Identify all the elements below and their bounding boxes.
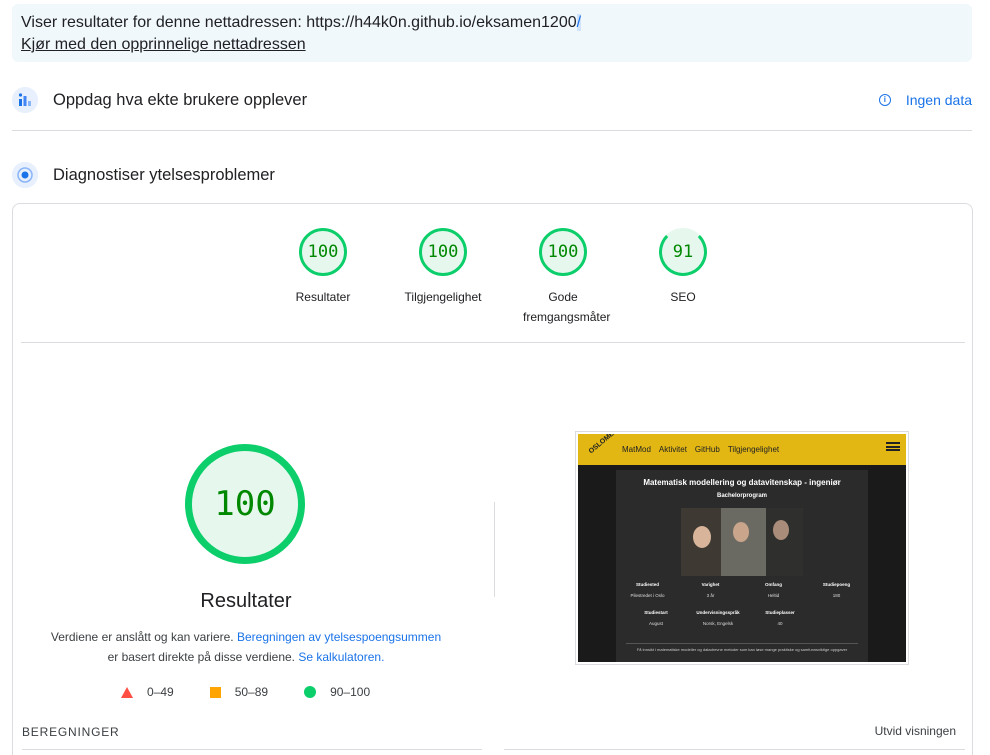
gauge-seo-score: 91 xyxy=(659,228,707,276)
info-key: Studieplasser xyxy=(765,610,795,615)
info-value: 40 xyxy=(777,621,783,626)
screenshot-nav-item: GitHub xyxy=(694,445,720,454)
info-value: August xyxy=(648,621,663,626)
legend-fail: 0–49 xyxy=(121,685,174,699)
students-photo xyxy=(681,508,803,576)
screenshot-nav-item: MatMod xyxy=(622,445,651,454)
info-value: 3 år xyxy=(706,593,715,598)
average-square-icon xyxy=(209,686,221,698)
screenshot-heading: Matematisk modellering og datavitenskap … xyxy=(643,478,841,487)
pass-circle-icon xyxy=(304,686,317,698)
legend-average: 50–89 xyxy=(209,685,269,699)
url-trailing-slash: / xyxy=(576,14,582,31)
legend-fail-range: 0–49 xyxy=(147,685,174,699)
gauge-accessibility[interactable]: 100 Tilgjengelighet xyxy=(393,228,493,307)
field-data-section: Oppdag hva ekte brukere opplever i Ingen… xyxy=(12,80,972,120)
people-chart-icon xyxy=(12,87,38,113)
field-data-title: Oppdag hva ekte brukere opplever xyxy=(53,90,308,109)
url-banner-text: Viser resultater for denne nettadressen:… xyxy=(21,12,963,34)
gauge-best-practices-label: Gode fremgangsmåter xyxy=(523,290,611,324)
oslomet-logo: OSLOMET xyxy=(587,434,619,456)
gauges-divider xyxy=(21,342,965,343)
gauge-performance[interactable]: 100 Resultater xyxy=(273,228,373,307)
diagnose-section: Diagnostiser ytelsesproblemer xyxy=(12,155,972,195)
info-key: Studiested xyxy=(635,582,659,587)
gauge-accessibility-label: Tilgjengelighet xyxy=(404,290,482,304)
fail-triangle-icon xyxy=(121,686,133,698)
url-banner: Viser resultater for denne nettadressen:… xyxy=(12,4,972,62)
metrics-divider-right xyxy=(504,749,965,750)
note-text-2: er basert direkte på disse verdiene. xyxy=(107,650,296,664)
metrics-divider-left xyxy=(22,749,482,750)
vertical-divider xyxy=(494,502,495,597)
legend-pass-range: 90–100 xyxy=(330,685,371,699)
expand-view-toggle[interactable]: Utvid visningen xyxy=(875,724,956,738)
performance-big-score: 100 xyxy=(185,444,305,564)
report-card: 100 Resultater 100 Tilgjengelighet 100 G… xyxy=(12,203,973,755)
screenshot-info-row-1: Studiested Pilestredet i Oslo Varighet 3 å… xyxy=(616,582,868,598)
score-gauges: 100 Resultater 100 Tilgjengelighet 100 G… xyxy=(273,228,733,328)
performance-title: Resultater xyxy=(200,590,292,612)
note-text-1: Verdiene er anslått og kan variere. xyxy=(50,630,234,644)
info-key: Varighet xyxy=(701,582,720,587)
screenshot-nav: OSLOMET MatMod Aktivitet GitHub Tilgjeng… xyxy=(578,434,906,465)
score-legend: 0–49 50–89 90–100 xyxy=(121,685,406,699)
gauge-seo[interactable]: 91 SEO xyxy=(633,228,733,307)
screenshot-footer: Få innsikt i matematiske modeller og dat… xyxy=(626,643,858,652)
info-key: Studiepoeng xyxy=(822,582,851,587)
calculator-link[interactable]: Se kalkulatoren. xyxy=(298,650,384,664)
metrics-heading: BEREGNINGER xyxy=(22,725,120,739)
legend-average-range: 50–89 xyxy=(234,685,269,699)
gauge-best-practices[interactable]: 100 Gode fremgangsmåter xyxy=(513,228,613,327)
gauge-best-practices-score: 100 xyxy=(539,228,587,276)
info-key: Studiestart xyxy=(644,610,668,615)
screenshot-nav-item: Aktivitet xyxy=(658,445,687,454)
gauge-performance-label: Resultater xyxy=(295,290,351,304)
screenshot-subheading: Bachelorprogram xyxy=(716,493,767,499)
hamburger-menu-icon xyxy=(886,442,900,451)
info-value: Pilestredet i Oslo xyxy=(630,593,665,598)
info-key: Omfang xyxy=(764,582,782,587)
screenshot-page: OSLOMET MatMod Aktivitet GitHub Tilgjeng… xyxy=(578,434,906,662)
gauge-accessibility-score: 100 xyxy=(419,228,467,276)
info-key: Undervisningsspråk xyxy=(696,610,740,615)
no-data-link[interactable]: i Ingen data xyxy=(878,92,972,108)
original-url-link[interactable]: Kjør med den opprinnelige nettadressen xyxy=(21,34,306,56)
screenshot-nav-item: Tilgjengelighet xyxy=(727,445,780,454)
no-data-label: Ingen data xyxy=(905,92,972,108)
performance-note: Verdiene er anslått og kan variere. Bere… xyxy=(33,627,459,667)
info-value: 180 xyxy=(832,593,841,598)
info-icon: i xyxy=(878,94,891,106)
gauge-seo-label: SEO xyxy=(670,290,696,304)
lighthouse-icon xyxy=(12,162,38,188)
gauge-performance-score: 100 xyxy=(299,228,347,276)
info-value: Norsk, Engelsk xyxy=(702,621,734,626)
final-screenshot[interactable]: OSLOMET MatMod Aktivitet GitHub Tilgjeng… xyxy=(575,431,909,665)
url-text: Viser resultater for denne nettadressen:… xyxy=(21,14,577,31)
section-divider xyxy=(12,130,972,131)
diagnose-title: Diagnostiser ytelsesproblemer xyxy=(53,165,275,184)
info-value: Heltid xyxy=(767,593,780,598)
score-calc-link[interactable]: Beregningen av ytelsespoengsummen xyxy=(237,630,441,644)
screenshot-content-panel: Matematisk modellering og datavitenskap … xyxy=(616,470,868,662)
screenshot-info-row-2: Studiestart August Undervisningsspråk Nors… xyxy=(616,610,868,626)
legend-pass: 90–100 xyxy=(304,685,370,699)
